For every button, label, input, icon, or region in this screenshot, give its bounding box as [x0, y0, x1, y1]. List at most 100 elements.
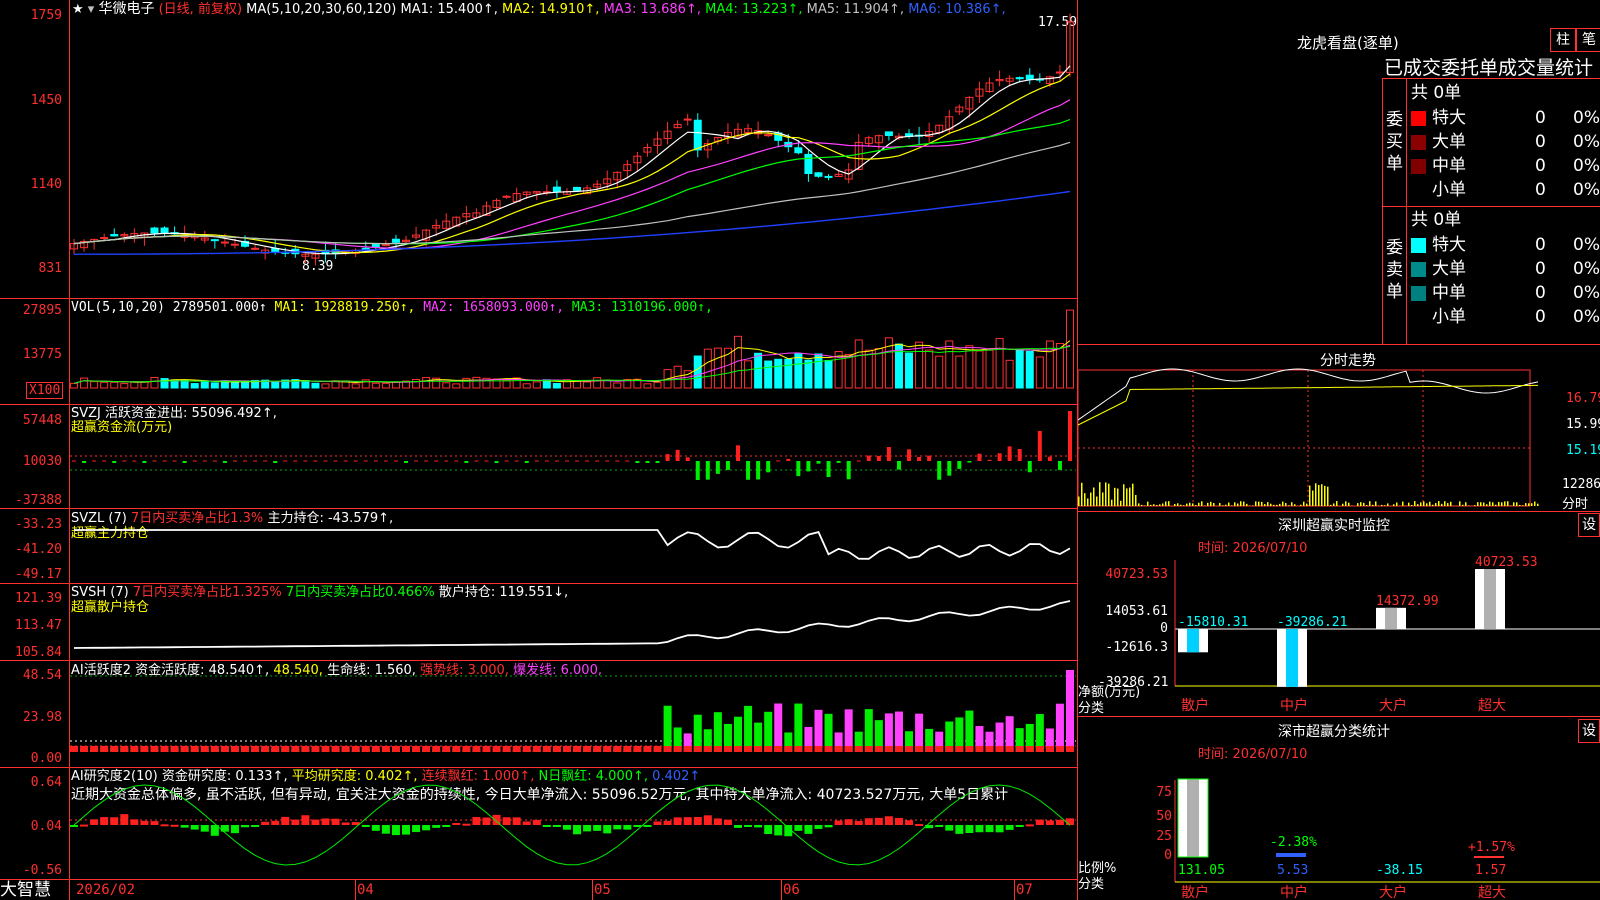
- flow-bar: [766, 461, 771, 473]
- main-chart-area[interactable]: ★ ▾ 华微电子 (日线, 前复权) MA(5,10,20,30,60,120)…: [0, 0, 1078, 900]
- activity-base: [281, 746, 290, 752]
- candle-body: [804, 153, 813, 175]
- activity-base: [251, 746, 260, 752]
- activity-base: [1055, 746, 1064, 752]
- activity-base: [653, 746, 662, 752]
- intraday-vol: [1285, 502, 1287, 506]
- main-holding-line: [74, 529, 1071, 560]
- volume-bar: [210, 382, 219, 389]
- intraday-frame: [1078, 369, 1531, 507]
- intraday-vol: [1267, 502, 1269, 506]
- research-bar: [824, 825, 833, 828]
- research-bar: [462, 823, 471, 826]
- right-chart-canvas: -15810.31 散户 -39286.21 中户 14372.99 大户 40723.53…: [1078, 368, 1600, 900]
- volume-bar: [965, 345, 974, 389]
- candle-body: [573, 186, 582, 191]
- volume-bar: [693, 355, 702, 389]
- volume-bar: [452, 383, 461, 389]
- activity-base: [542, 746, 551, 752]
- intraday-vol: [1213, 502, 1215, 506]
- monitor-bar-label: 14372.99: [1376, 594, 1439, 609]
- class-category: 大户: [1379, 884, 1407, 900]
- class-bar: [1276, 853, 1306, 857]
- intraday-vol: [1189, 502, 1191, 506]
- flow-bar: [373, 460, 378, 462]
- intraday-vol: [1321, 484, 1323, 506]
- intraday-vol: [1147, 501, 1149, 506]
- intraday-vol: [1138, 503, 1140, 506]
- candle-body: [884, 131, 893, 136]
- intraday-vol: [1480, 502, 1482, 506]
- flow-bar: [675, 449, 680, 461]
- volume-bar: [442, 382, 451, 389]
- chart-canvas[interactable]: [0, 0, 1078, 900]
- flow-bar: [605, 460, 610, 462]
- research-bar: [311, 819, 320, 825]
- flow-bar: [454, 460, 459, 462]
- activity-base: [412, 746, 421, 752]
- flow-bar: [192, 460, 197, 462]
- intraday-vol: [1342, 503, 1344, 506]
- activity-bar: [663, 705, 672, 752]
- intraday-vol: [1303, 501, 1305, 506]
- activity-base: [713, 746, 722, 752]
- activity-base: [573, 746, 582, 752]
- activity-base: [1015, 746, 1024, 752]
- intraday-vol: [1192, 503, 1194, 506]
- volume-bar: [321, 383, 330, 389]
- research-bar: [915, 824, 924, 827]
- activity-base: [321, 746, 330, 752]
- volume-bar: [975, 350, 984, 389]
- intraday-vol: [1264, 504, 1266, 506]
- candle-body: [824, 175, 833, 178]
- intraday-vol: [1459, 501, 1461, 506]
- research-bar: [1035, 819, 1044, 825]
- flow-bar: [464, 461, 469, 463]
- candle-body: [391, 238, 400, 243]
- activity-base: [864, 746, 873, 752]
- flow-bar: [353, 460, 358, 462]
- research-bar: [995, 825, 1004, 833]
- research-bar: [905, 820, 914, 825]
- activity-base: [512, 746, 521, 752]
- research-bar: [321, 818, 330, 825]
- intraday-vol: [1465, 502, 1467, 506]
- flow-bar: [162, 460, 167, 462]
- activity-bar: [764, 711, 773, 752]
- research-bar: [452, 823, 461, 826]
- class-bar-inner: [1187, 779, 1199, 857]
- activity-base: [603, 746, 612, 752]
- flow-bar: [444, 460, 449, 462]
- intraday-vol: [1429, 501, 1431, 506]
- flow-bar: [705, 461, 710, 480]
- volume-bar: [200, 380, 209, 389]
- activity-base: [854, 746, 863, 752]
- intraday-vol: [1111, 499, 1113, 506]
- volume-bar: [412, 379, 421, 389]
- intraday-vol: [1081, 482, 1083, 506]
- flow-bar: [907, 449, 912, 461]
- research-bar: [975, 825, 984, 833]
- activity-base: [703, 746, 712, 752]
- flow-bar: [273, 461, 278, 463]
- research-bar: [1005, 825, 1014, 830]
- research-bar: [884, 816, 893, 825]
- intraday-vol: [1513, 502, 1515, 506]
- activity-base: [884, 746, 893, 752]
- research-bar: [261, 821, 270, 825]
- flow-bar: [746, 461, 751, 480]
- volume-bar: [1025, 350, 1034, 389]
- monitor-bar-inner: [1385, 607, 1397, 629]
- research-bar: [764, 825, 773, 835]
- intraday-vol: [1441, 503, 1443, 506]
- activity-base: [381, 746, 390, 752]
- flow-bar: [1027, 461, 1032, 473]
- flow-bar: [756, 461, 761, 480]
- candle-body: [1055, 71, 1064, 74]
- intraday-vol: [1168, 501, 1170, 506]
- intraday-vol: [1438, 501, 1440, 506]
- flow-bar: [414, 460, 419, 462]
- research-bar: [281, 816, 290, 825]
- activity-base: [140, 746, 149, 752]
- flow-bar: [796, 461, 801, 477]
